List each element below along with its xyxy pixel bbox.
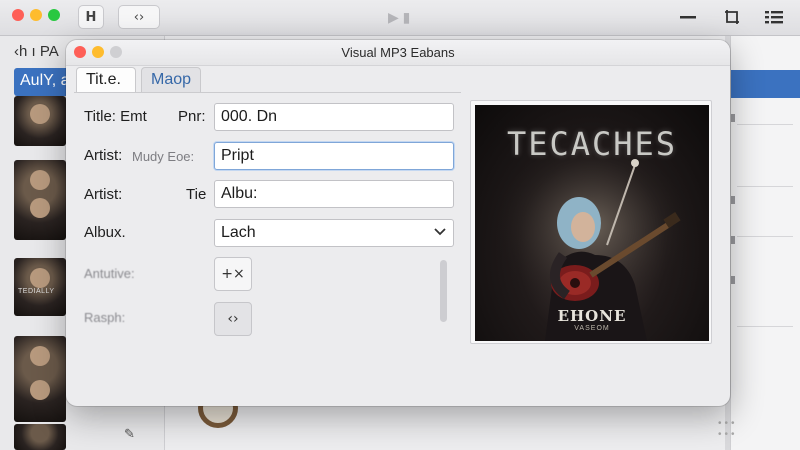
album-art-title: TECACHES [506,125,678,163]
breadcrumb[interactable]: ‹h ı PA [14,43,59,60]
main-toolbar: H ‹› ▶ ▮ [0,0,800,36]
album-artist-label: Artist: [84,186,123,203]
thumbnail-caption: TEDIALLY [18,288,55,295]
album-art-subtitle: EHONE [557,307,627,325]
sidebar-toggle-button[interactable]: H [78,5,104,29]
title-field[interactable]: 000. Dn [214,103,454,131]
crop-button[interactable] [714,5,750,29]
minimize-icon [680,16,696,19]
title-label: Title: Emt [84,108,147,125]
list-view-button[interactable] [756,5,792,29]
tab-title[interactable]: Tit.e. [76,67,136,93]
minimize-button[interactable] [30,9,42,21]
album-art-image: TECACHES EHONE VASEOM [475,105,709,341]
add-remove-icon: +× [221,266,245,282]
crop-icon [725,10,739,24]
album-thumbnail[interactable] [14,336,66,422]
navigate-tags-button[interactable]: ‹› [214,302,252,336]
pager-dots: ••• ••• [718,418,738,440]
inspector-panel [730,36,800,450]
artist-field[interactable]: Pript [214,142,454,170]
mp3-tag-editor-dialog: Visual MP3 Eabans Tit.e. Maop Title: Emt… [66,40,730,406]
album-art-frame[interactable]: TECACHES EHONE VASEOM [470,100,712,344]
edit-icon[interactable]: ✎ [124,426,135,442]
tab-divider [74,92,461,93]
album-select[interactable]: Lach [214,219,454,247]
dialog-titlebar: Visual MP3 Eabans [66,40,730,66]
tab-map[interactable]: Maop [141,67,201,93]
close-button[interactable] [12,9,24,21]
track-sublabel: Pnr: [178,108,206,125]
dialog-title: Visual MP3 Eabans [341,45,455,60]
navigate-button[interactable]: ‹› [118,5,160,29]
minimize-view-button[interactable] [670,5,706,29]
album-thumbnail[interactable] [14,258,66,316]
album-thumbnail[interactable] [14,160,66,240]
album-select-value: Lach [221,224,256,241]
album-artist-sublabel: Tie [186,186,207,203]
album-thumbnail[interactable] [14,96,66,146]
zoom-button[interactable] [48,9,60,21]
list-view-icon [765,11,783,24]
album-artist-field[interactable]: Albu: [214,180,454,208]
chevron-down-icon [434,228,446,236]
album-art-small-text: VASEOM [574,325,610,332]
code-icon: ‹› [133,9,145,25]
graph-label: Rasph: [84,310,126,325]
sidebar-toggle-icon: H [85,9,97,25]
play-icon[interactable]: ▶ ▮ [388,9,410,26]
artist-label: Artist: [84,147,123,164]
artist-sublabel: Mudy Eoe: [132,149,195,164]
inspector-selected-row[interactable] [731,70,800,98]
add-remove-button[interactable]: +× [214,257,252,291]
code-arrows-icon: ‹› [227,311,239,327]
album-label: Albux. [84,224,126,241]
form-scrollbar[interactable] [440,260,447,322]
attributes-label: Antutive: [84,266,135,281]
album-thumbnail[interactable] [14,424,66,450]
